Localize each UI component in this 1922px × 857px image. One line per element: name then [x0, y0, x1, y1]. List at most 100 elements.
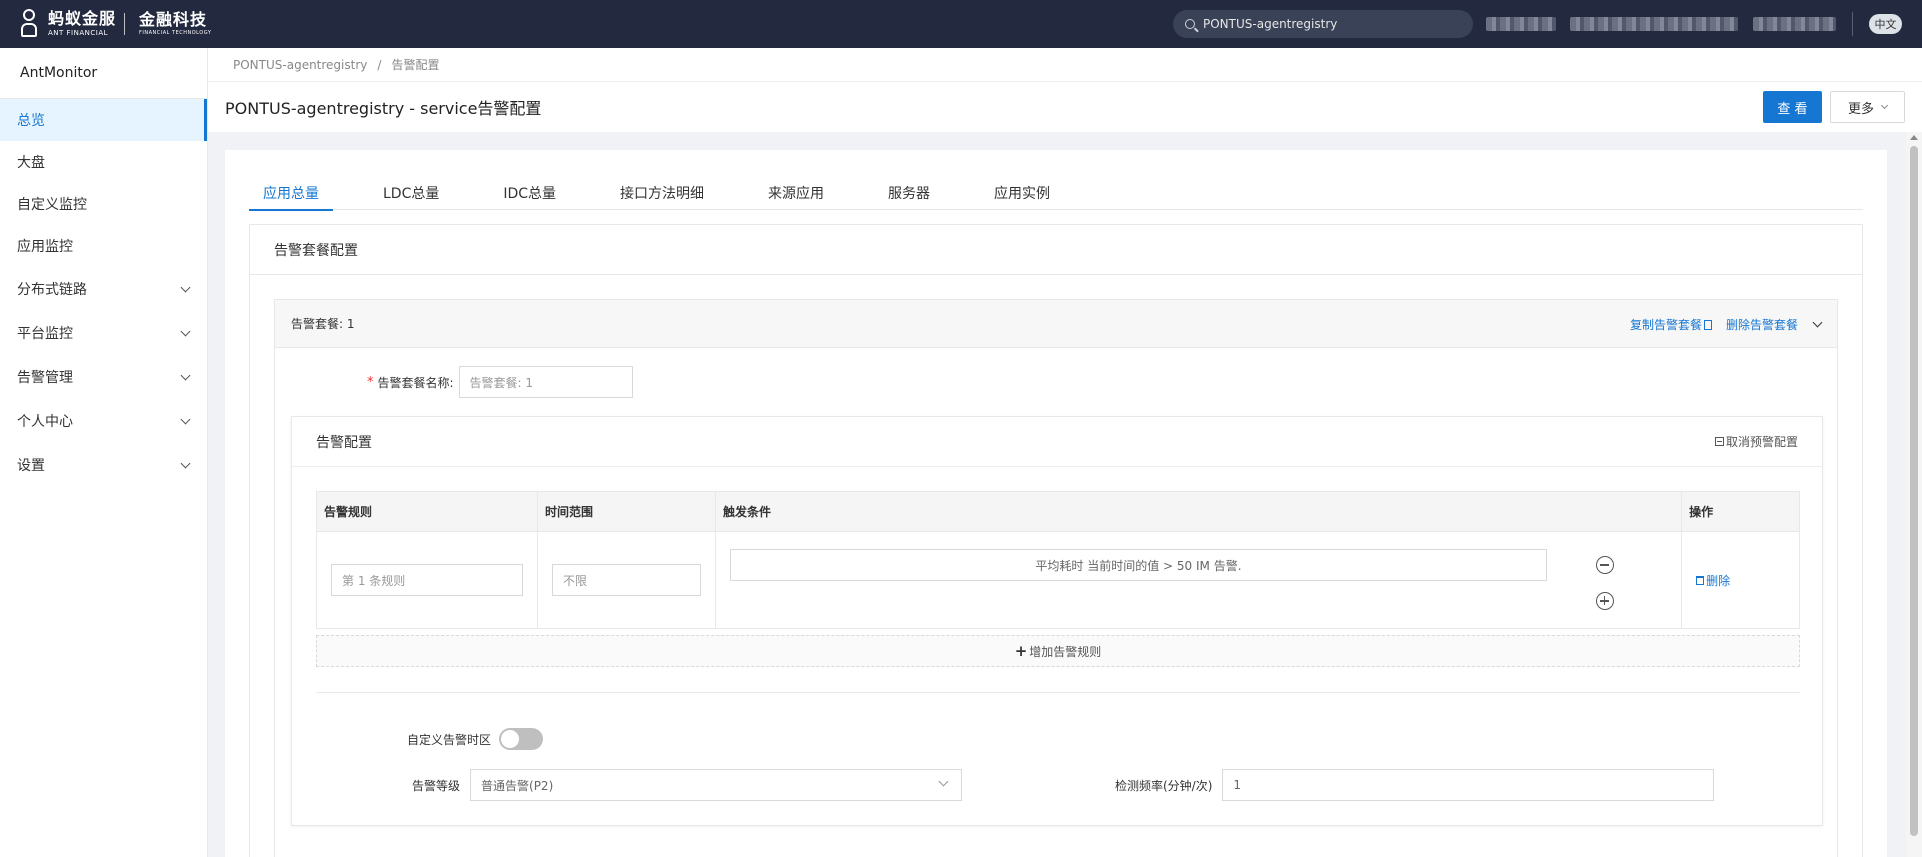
alert-level-value: 普通告警(P2): [481, 778, 554, 793]
alert-package-panel: 告警套餐配置 告警套餐: 1 复制告警套餐 删除告警套餐 * 告警套餐名称: 告…: [249, 224, 1863, 857]
sidebar-item-overview[interactable]: 总览: [0, 99, 207, 141]
main-card: 应用总量 LDC总量 IDC总量 接口方法明细 来源应用 服务器 应用实例 告警…: [225, 150, 1887, 857]
add-rule-label: 增加告警规则: [1029, 644, 1102, 659]
add-rule-button[interactable]: + 增加告警规则: [316, 635, 1800, 667]
copy-package-label: 复制告警套餐: [1629, 317, 1702, 332]
chevron-down-icon: [180, 458, 191, 468]
column-header-condition: 触发条件: [714, 491, 1683, 532]
copy-package-link[interactable]: 复制告警套餐: [1630, 316, 1712, 333]
breadcrumb-app-link[interactable]: PONTUS-agentregistry: [233, 58, 367, 72]
column-header-time: 时间范围: [536, 491, 716, 532]
sidebar-item-label: 平台监控: [17, 326, 73, 342]
sidebar-item-dashboard[interactable]: 大盘: [0, 141, 207, 183]
sidebar-item-label: 分布式链路: [17, 282, 87, 298]
divider: [316, 692, 1800, 693]
redacted-user-info: [1753, 17, 1836, 31]
more-button-label: 更多: [1847, 101, 1874, 117]
table-header-row: 告警规则 时间范围 触发条件 操作: [316, 491, 1800, 532]
chevron-down-icon: [938, 776, 949, 787]
breadcrumb: PONTUS-agentregistry / 告警配置: [208, 48, 1922, 82]
column-header-action: 操作: [1681, 491, 1800, 532]
alert-level-row: 告警等级 普通告警(P2): [412, 769, 963, 801]
time-range-input[interactable]: 不限: [551, 564, 701, 596]
ant-logo-icon: [16, 7, 42, 41]
page-scrollbar[interactable]: [1906, 132, 1922, 857]
delete-rule-label: 删除: [1706, 573, 1731, 588]
breadcrumb-separator: /: [377, 57, 382, 72]
package-header[interactable]: 告警套餐: 1 复制告警套餐 删除告警套餐: [275, 300, 1837, 348]
package-title: 告警套餐: 1: [291, 317, 355, 331]
page-header: PONTUS-agentregistry - service告警配置 查 看 更…: [208, 82, 1922, 132]
cancel-alert-config-label: 取消预警配置: [1725, 435, 1798, 449]
sidebar-item-label: 自定义监控: [17, 197, 87, 213]
tab-app-total[interactable]: 应用总量: [249, 176, 333, 211]
alert-config-title: 告警配置: [316, 434, 372, 451]
check-frequency-row: 检测频率(分钟/次) 1: [1115, 769, 1715, 801]
custom-timezone-label: 自定义告警时区: [407, 732, 492, 747]
action-cell: 删除: [1681, 531, 1800, 629]
sidebar-brand[interactable]: AntMonitor: [0, 48, 207, 99]
logo2-cn-text: 金融科技: [139, 10, 208, 29]
trigger-condition-field[interactable]: 平均耗时 当前时间的值 > 50 IM 告警.: [729, 549, 1547, 581]
chevron-down-icon: [180, 370, 191, 380]
copy-icon: [1703, 319, 1712, 330]
alert-level-select[interactable]: 普通告警(P2): [470, 769, 963, 801]
sidebar-item-alert-management[interactable]: 告警管理: [0, 355, 207, 399]
alert-config-card: 告警配置 取消预警配置 告警规则 时间范围 触发条件 操作 第 1 条规则 不限…: [291, 416, 1823, 826]
scrollbar-thumb[interactable]: [1910, 146, 1918, 836]
delete-package-link[interactable]: 删除告警套餐: [1726, 316, 1798, 333]
alert-rules-table: 告警规则 时间范围 触发条件 操作 第 1 条规则 不限 平均耗时 当前时间的值…: [316, 491, 1800, 629]
column-header-rule: 告警规则: [316, 491, 538, 532]
alert-package: 告警套餐: 1 复制告警套餐 删除告警套餐 * 告警套餐名称: 告警套餐: 1 …: [274, 299, 1838, 857]
sidebar-item-custom-monitor[interactable]: 自定义监控: [0, 183, 207, 225]
sidebar-item-distributed-trace[interactable]: 分布式链路: [0, 267, 207, 311]
custom-timezone-toggle[interactable]: [499, 728, 544, 750]
redacted-user-info: [1486, 17, 1556, 31]
tab-servers[interactable]: 服务器: [874, 176, 944, 210]
more-dropdown-button[interactable]: 更多: [1830, 91, 1905, 123]
sidebar-item-label: 总览: [17, 113, 45, 129]
package-name-label: 告警套餐名称:: [377, 375, 454, 390]
top-navbar: 蚂蚁金服 ANT FINANCIAL 金融科技 FINANCIAL TECHNO…: [0, 0, 1922, 48]
sidebar-item-app-monitor[interactable]: 应用监控: [0, 225, 207, 267]
panel-title: 告警套餐配置: [250, 225, 1862, 275]
tab-ldc-total[interactable]: LDC总量: [369, 176, 453, 210]
metric-tabs: 应用总量 LDC总量 IDC总量 接口方法明细 来源应用 服务器 应用实例: [249, 176, 1863, 211]
chevron-down-icon: [180, 326, 191, 336]
sidebar: AntMonitor 总览 大盘 自定义监控 应用监控 分布式链路 平台监控 告…: [0, 48, 208, 857]
chevron-down-icon: [180, 282, 191, 292]
condition-cell: 平均耗时 当前时间的值 > 50 IM 告警.: [714, 531, 1683, 629]
sidebar-item-settings[interactable]: 设置: [0, 443, 207, 487]
check-frequency-input[interactable]: 1: [1222, 769, 1715, 801]
alert-level-label: 告警等级: [412, 778, 461, 793]
tab-source-apps[interactable]: 来源应用: [754, 176, 838, 210]
package-name-input[interactable]: 告警套餐: 1: [458, 366, 633, 398]
logo-text-2: 金融科技 FINANCIAL TECHNOLOGY: [139, 12, 211, 36]
sidebar-item-personal-center[interactable]: 个人中心: [0, 399, 207, 443]
delete-rule-link[interactable]: 删除: [1696, 572, 1799, 589]
ant-financial-logo[interactable]: 蚂蚁金服 ANT FINANCIAL 金融科技 FINANCIAL TECHNO…: [16, 7, 211, 41]
redacted-user-info: [1570, 17, 1738, 31]
package-name-row: * 告警套餐名称: 告警套餐: 1: [275, 366, 1837, 398]
remove-condition-icon[interactable]: [1595, 556, 1614, 574]
cancel-alert-config-link[interactable]: 取消预警配置: [1714, 433, 1798, 450]
global-search-input[interactable]: PONTUS-agentregistry: [1173, 10, 1473, 38]
tab-idc-total[interactable]: IDC总量: [489, 176, 570, 210]
package-actions: 复制告警套餐 删除告警套餐: [1630, 300, 1823, 348]
search-value: PONTUS-agentregistry: [1203, 17, 1338, 31]
language-switch[interactable]: 中文: [1869, 14, 1902, 34]
tab-interface-methods[interactable]: 接口方法明细: [606, 176, 718, 210]
tab-app-instances[interactable]: 应用实例: [980, 176, 1064, 210]
rule-cell: 第 1 条规则: [316, 531, 538, 629]
scroll-up-arrow-icon[interactable]: [1910, 135, 1918, 140]
sidebar-item-label: 应用监控: [17, 239, 73, 255]
trash-icon: [1696, 575, 1705, 585]
view-button[interactable]: 查 看: [1763, 91, 1822, 123]
logo-en-text: ANT FINANCIAL: [48, 29, 109, 37]
rule-name-input[interactable]: 第 1 条规则: [331, 564, 523, 596]
chevron-down-icon[interactable]: [1812, 317, 1823, 327]
sidebar-item-platform-monitor[interactable]: 平台监控: [0, 311, 207, 355]
logo-text: 蚂蚁金服 ANT FINANCIAL: [48, 11, 116, 37]
add-condition-icon[interactable]: [1595, 592, 1614, 610]
topbar-divider: [1852, 12, 1853, 36]
